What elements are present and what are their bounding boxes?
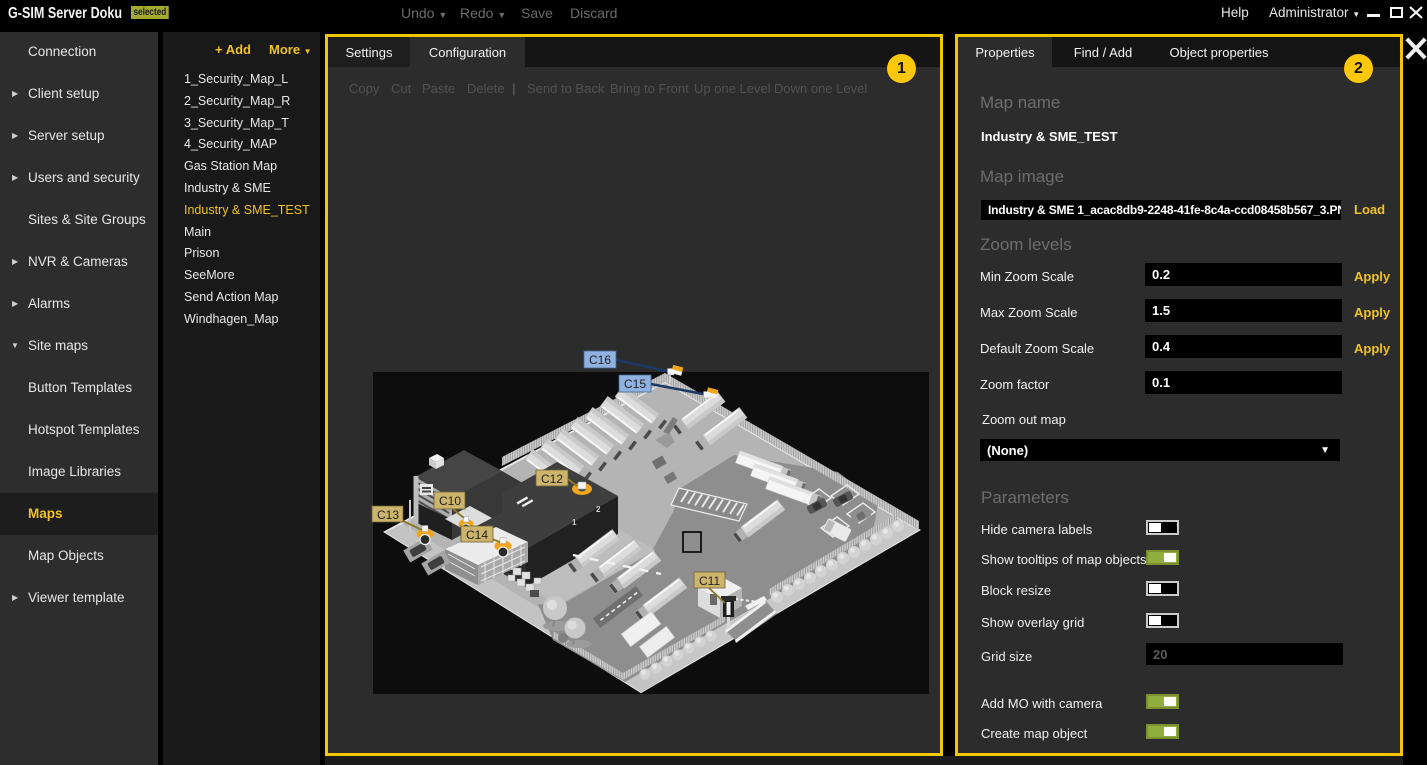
svg-text:2: 2	[596, 505, 601, 514]
svg-text:C16: C16	[589, 353, 611, 367]
svg-text:C14: C14	[466, 528, 488, 542]
svg-text:C10: C10	[439, 494, 461, 508]
svg-text:C13: C13	[377, 508, 399, 522]
svg-text:C15: C15	[624, 377, 646, 391]
svg-text:C11: C11	[699, 574, 720, 588]
svg-text:C12: C12	[541, 472, 563, 486]
svg-text:1: 1	[572, 518, 577, 527]
